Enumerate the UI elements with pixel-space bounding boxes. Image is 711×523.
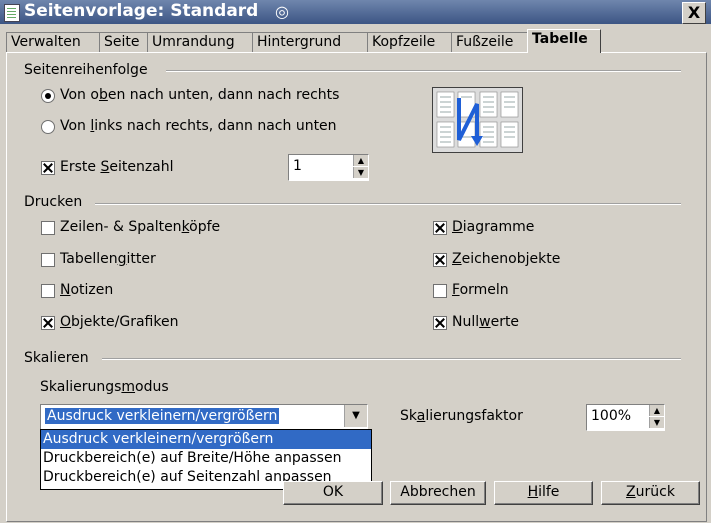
spin-up-icon[interactable]: ▲	[649, 405, 664, 416]
window-title: Seitenvorlage: Standard	[24, 1, 259, 21]
page-order-preview-image	[432, 87, 523, 153]
print-notes-checkbox[interactable]	[41, 284, 55, 298]
close-button[interactable]: X	[682, 2, 706, 24]
spin-down-icon[interactable]: ▼	[649, 417, 664, 428]
first-page-number-spinbox[interactable]: 1 ▲ ▼	[288, 154, 369, 181]
print-formulas-checkbox[interactable]	[433, 284, 447, 298]
print-grid-label: Tabellengitter	[60, 251, 156, 267]
print-charts-checkbox[interactable]	[433, 221, 447, 235]
print-notes-label: Notizen	[60, 282, 114, 298]
title-bar: Seitenvorlage: Standard ◎	[0, 0, 711, 24]
print-drawings-checkbox[interactable]	[433, 253, 447, 267]
separator	[166, 70, 681, 72]
scale-mode-selected-value: Ausdruck verkleinern/vergrößern	[43, 407, 281, 425]
print-headers-checkbox[interactable]	[41, 221, 55, 235]
scale-factor-spinbox[interactable]: 100% ▲ ▼	[586, 404, 665, 431]
cancel-button[interactable]: Abbrechen	[390, 481, 486, 505]
scale-factor-label: Skalierungsfaktor	[400, 408, 523, 424]
tab-hintergrund[interactable]: Hintergrund	[252, 32, 368, 52]
print-charts-label: Diagramme	[452, 219, 535, 235]
tab-umrandung[interactable]: Umrandung	[147, 32, 253, 52]
print-drawings-label: Zeichenobjekte	[452, 251, 561, 267]
tab-fusszeile[interactable]: Fußzeile	[451, 32, 528, 52]
print-zero-values-checkbox[interactable]	[433, 316, 447, 330]
tab-seite[interactable]: Seite	[99, 32, 148, 52]
tab-tabelle[interactable]: Tabelle	[527, 29, 601, 53]
print-objects-label: Objekte/Grafiken	[60, 314, 179, 330]
page-order-heading: Seitenreihenfolge	[24, 62, 148, 78]
scale-mode-select[interactable]: Ausdruck verkleinern/vergrößern ▼	[40, 404, 368, 430]
dropdown-option[interactable]: Druckbereich(e) auf Breite/Höhe anpassen	[41, 449, 371, 468]
help-button[interactable]: Hilfe	[494, 481, 593, 505]
tab-verwalten[interactable]: Verwalten	[6, 32, 100, 52]
separator	[102, 358, 681, 360]
print-heading: Drucken	[24, 194, 83, 210]
first-page-number-label: Erste Seitenzahl	[60, 159, 174, 175]
scale-mode-label: Skalierungsmodus	[40, 379, 169, 395]
dropdown-option[interactable]: Ausdruck verkleinern/vergrößern	[41, 430, 371, 449]
scale-heading: Skalieren	[24, 350, 89, 366]
office-logo-icon: ◎	[275, 2, 289, 21]
print-objects-checkbox[interactable]	[41, 316, 55, 330]
spin-up-icon[interactable]: ▲	[353, 155, 368, 166]
scale-factor-value: 100%	[591, 408, 632, 424]
spreadsheet-app-icon	[4, 4, 20, 22]
back-button[interactable]: Zurück	[601, 481, 700, 505]
ok-button[interactable]: OK	[283, 481, 383, 505]
order-top-down-label: Von oben nach unten, dann nach rechts	[60, 87, 340, 103]
order-left-right-label: Von links nach rechts, dann nach unten	[60, 118, 337, 134]
separator	[95, 203, 681, 205]
print-grid-checkbox[interactable]	[41, 253, 55, 267]
order-top-down-radio[interactable]	[41, 89, 55, 103]
print-headers-label: Zeilen- & Spaltenköpfe	[60, 219, 221, 235]
order-left-right-radio[interactable]	[41, 120, 55, 134]
tab-kopfzeile[interactable]: Kopfzeile	[367, 32, 452, 52]
first-page-number-checkbox[interactable]	[41, 161, 55, 175]
dropdown-arrow-icon[interactable]: ▼	[344, 405, 367, 427]
print-zero-values-label: Nullwerte	[452, 314, 520, 330]
spin-down-icon[interactable]: ▼	[353, 167, 368, 178]
first-page-number-value: 1	[293, 158, 302, 174]
print-formulas-label: Formeln	[452, 282, 509, 298]
